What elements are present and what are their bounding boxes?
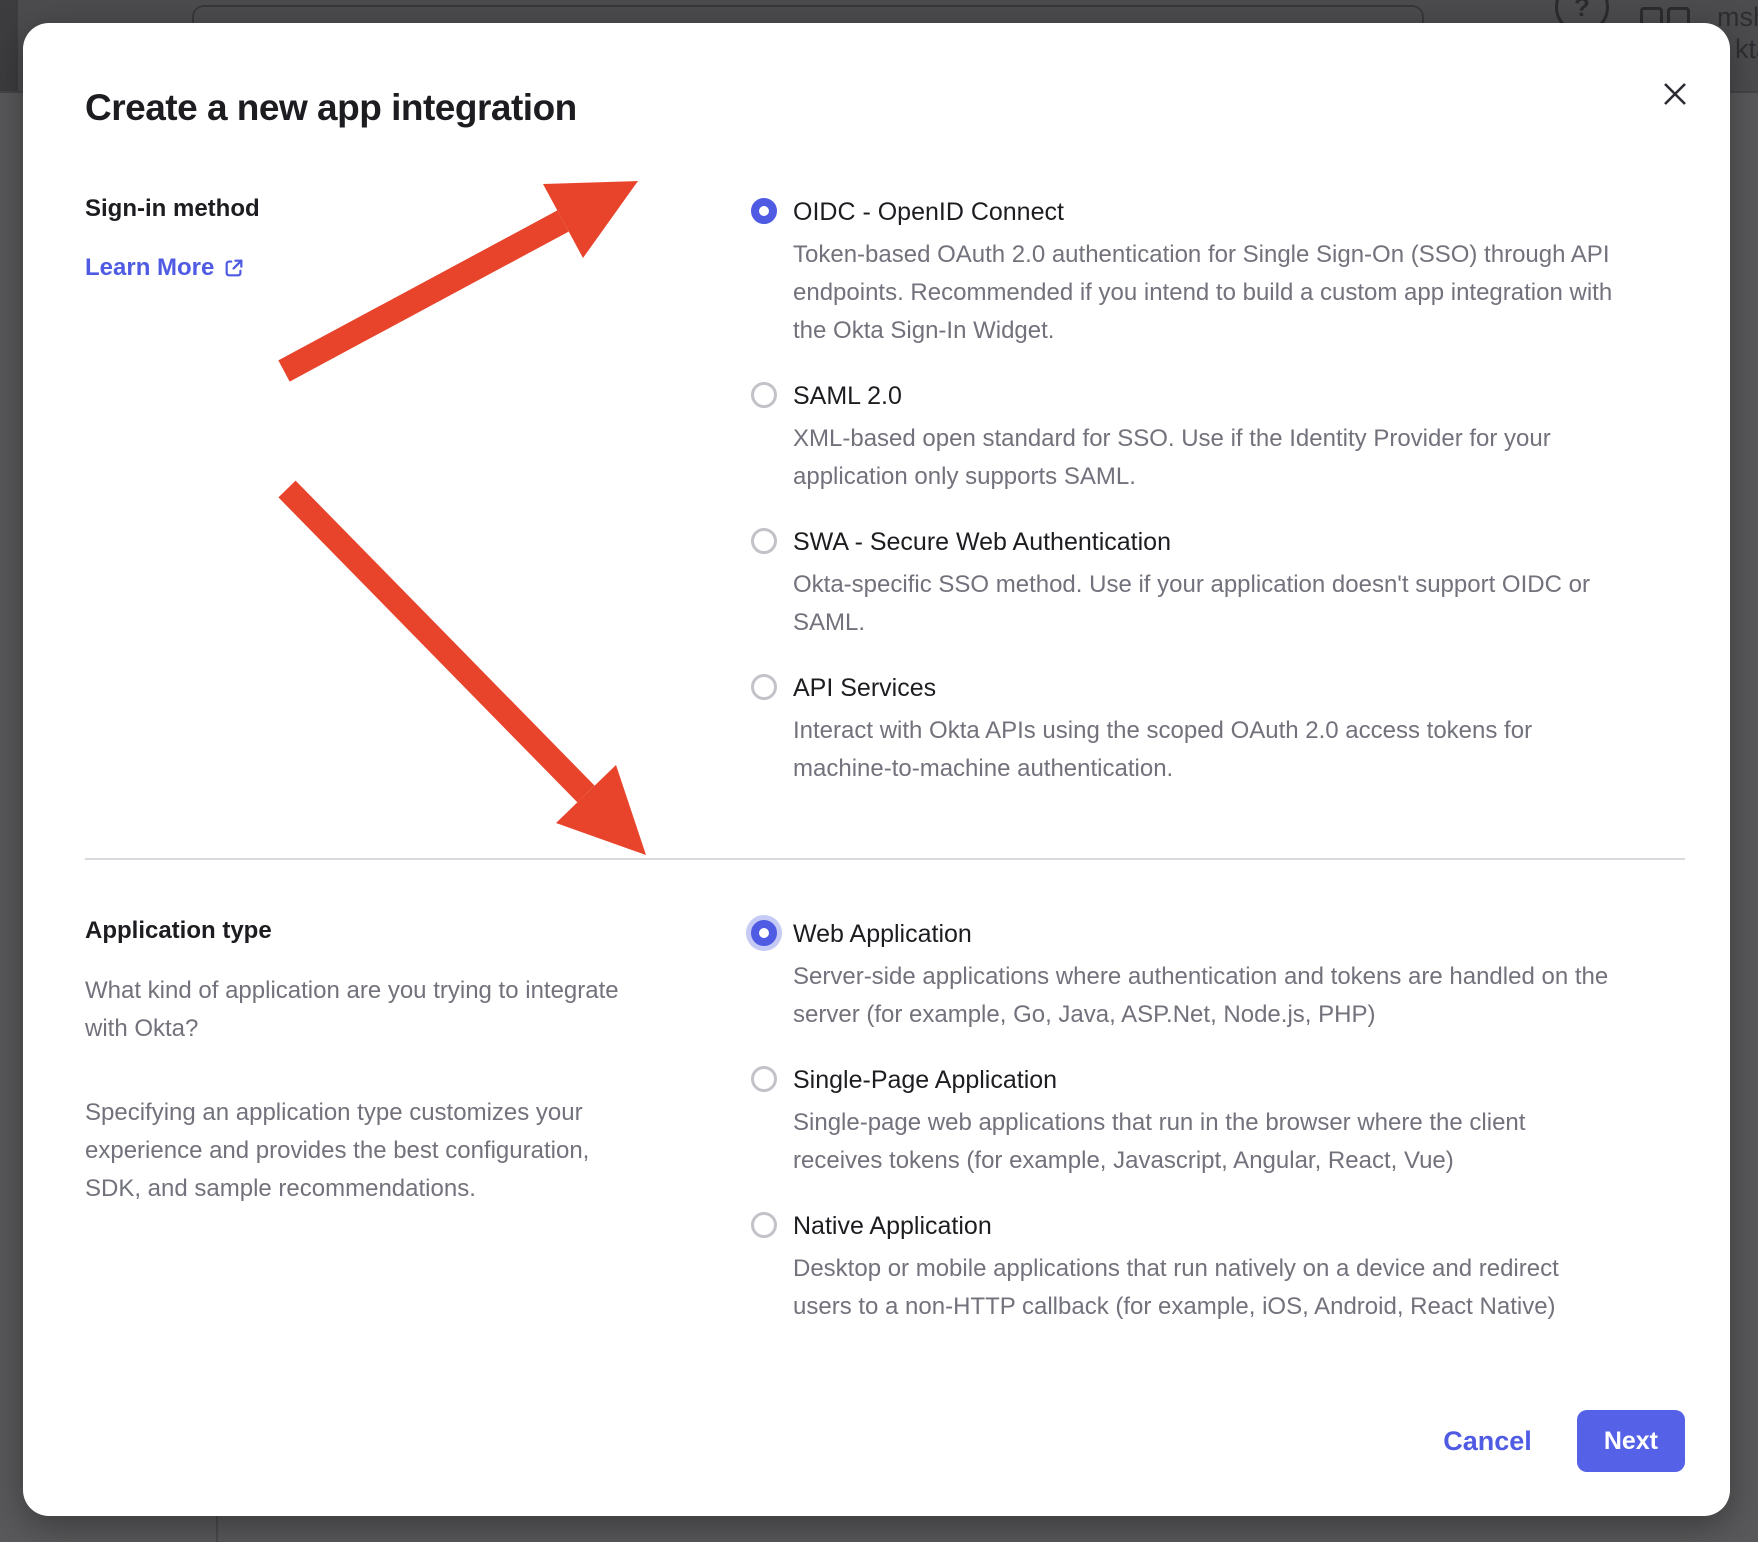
option-swa[interactable]: SWA - Secure Web Authentication Okta-spe… (751, 524, 1685, 642)
signin-method-options: OIDC - OpenID Connect Token-based OAuth … (751, 194, 1685, 788)
option-web-application[interactable]: Web Application Server-side applications… (751, 916, 1685, 1034)
option-single-page-application-label[interactable]: Single-Page Application (793, 1062, 1613, 1099)
radio-single-page-application[interactable] (751, 1066, 777, 1092)
external-link-icon (223, 257, 245, 279)
radio-api-services[interactable] (751, 674, 777, 700)
learn-more-link[interactable]: Learn More (85, 254, 245, 282)
create-app-integration-dialog: Create a new app integration Sign-in met… (23, 23, 1730, 1516)
close-icon[interactable] (1660, 79, 1690, 109)
application-type-section: Application type What kind of applicatio… (85, 916, 1685, 1326)
option-saml[interactable]: SAML 2.0 XML-based open standard for SSO… (751, 378, 1685, 496)
radio-web-application-selected[interactable] (751, 920, 777, 946)
dialog-title: Create a new app integration (85, 86, 1685, 130)
learn-more-label: Learn More (85, 254, 214, 282)
option-saml-label[interactable]: SAML 2.0 (793, 378, 1613, 415)
option-swa-description: Okta-specific SSO method. Use if your ap… (793, 566, 1613, 642)
dimmed-background-sidebar-edge (0, 0, 18, 91)
option-single-page-application[interactable]: Single-Page Application Single-page web … (751, 1062, 1685, 1180)
application-type-label: Application type (85, 916, 685, 946)
option-native-application[interactable]: Native Application Desktop or mobile app… (751, 1208, 1685, 1326)
option-web-application-label[interactable]: Web Application (793, 916, 1613, 953)
radio-oidc-selected[interactable] (751, 198, 777, 224)
account-text-fragment: msh (1717, 2, 1758, 33)
signin-method-section: Sign-in method Learn More OIDC - OpenID … (85, 194, 1685, 788)
radio-saml[interactable] (751, 382, 777, 408)
account-text-fragment: kta (1735, 34, 1758, 65)
option-saml-description: XML-based open standard for SSO. Use if … (793, 420, 1613, 496)
radio-swa[interactable] (751, 528, 777, 554)
option-swa-label[interactable]: SWA - Secure Web Authentication (793, 524, 1613, 561)
radio-native-application[interactable] (751, 1212, 777, 1238)
application-type-options: Web Application Server-side applications… (751, 916, 1685, 1326)
option-oidc[interactable]: OIDC - OpenID Connect Token-based OAuth … (751, 194, 1685, 350)
option-single-page-application-description: Single-page web applications that run in… (793, 1104, 1613, 1180)
dialog-footer: Cancel Next (1443, 1410, 1685, 1472)
dimmed-background-line (216, 1516, 218, 1542)
signin-method-label: Sign-in method (85, 194, 685, 224)
application-type-explanation: Specifying an application type customize… (85, 1094, 650, 1208)
next-button[interactable]: Next (1577, 1410, 1685, 1472)
section-divider (85, 858, 1685, 860)
option-web-application-description: Server-side applications where authentic… (793, 958, 1613, 1034)
option-api-services-description: Interact with Okta APIs using the scoped… (793, 712, 1613, 788)
option-api-services-label[interactable]: API Services (793, 670, 1613, 707)
option-oidc-description: Token-based OAuth 2.0 authentication for… (793, 236, 1613, 350)
option-native-application-label[interactable]: Native Application (793, 1208, 1613, 1245)
option-native-application-description: Desktop or mobile applications that run … (793, 1250, 1613, 1326)
application-type-question: What kind of application are you trying … (85, 972, 650, 1048)
application-type-left-column: Application type What kind of applicatio… (85, 916, 685, 1326)
close-icon-glyph (1662, 81, 1688, 107)
option-oidc-label[interactable]: OIDC - OpenID Connect (793, 194, 1613, 231)
option-api-services[interactable]: API Services Interact with Okta APIs usi… (751, 670, 1685, 788)
signin-method-left-column: Sign-in method Learn More (85, 194, 685, 788)
cancel-button[interactable]: Cancel (1443, 1426, 1532, 1457)
